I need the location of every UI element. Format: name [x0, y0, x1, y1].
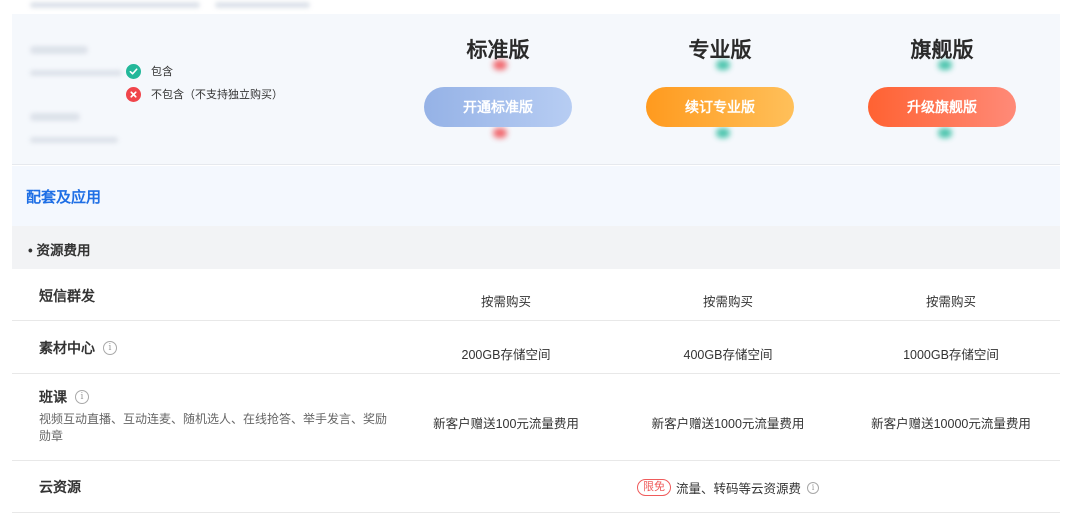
row-description: 视频互动直播、互动连麦、随机选人、在线抢答、举手发言、奖励勋章 [39, 412, 388, 443]
table-row-class: 班课 i 视频互动直播、互动连麦、随机选人、在线抢答、举手发言、奖励勋章 新客户… [12, 374, 1060, 461]
legend-included-label: 包含 [151, 66, 173, 78]
plan-header: 包含 不包含（不支持独立购买） 标准版 开通标准版 专业版 续订专业版 旗舰版 … [12, 0, 1060, 165]
upgrade-flagship-button[interactable]: 升级旗舰版 [868, 87, 1016, 127]
legend-excluded: 不包含（不支持独立购买） [126, 84, 283, 104]
plan-title-pro: 专业版 [688, 39, 752, 62]
blurred-text [30, 137, 118, 143]
status-dot [716, 128, 730, 138]
blurred-text [30, 46, 88, 54]
blurred-text [215, 2, 310, 8]
plan-pro: 专业版 续订专业版 [640, 36, 800, 127]
open-standard-button[interactable]: 开通标准版 [424, 87, 572, 127]
cell-pro: 400GB存储空间 [683, 348, 773, 362]
blurred-text [30, 70, 122, 76]
row-label-text: 素材中心 [39, 340, 95, 356]
blurred-text [30, 2, 200, 8]
status-dot [493, 128, 507, 138]
row-label: 短信群发 [39, 288, 95, 304]
cell-standard: 按需购买 [480, 295, 531, 309]
table-row-cloud: 云资源 限免 流量、转码等云资源费 i [12, 461, 1060, 513]
plan-title-flagship: 旗舰版 [910, 39, 974, 62]
blurred-text [30, 113, 80, 121]
cloud-note: 限免 流量、转码等云资源费 i [637, 478, 820, 497]
cell-standard: 新客户赠送100元流量费用 [433, 417, 579, 431]
row-label-material: 素材中心 i [39, 338, 117, 358]
check-icon [126, 63, 141, 79]
legend: 包含 不包含（不支持独立购买） [126, 61, 283, 107]
cell-pro: 按需购买 [702, 295, 753, 309]
subsection-header: • 资源费用 [12, 226, 1060, 269]
cell-flagship: 1000GB存储空间 [903, 348, 999, 362]
subsection-title: • 资源费用 [28, 243, 91, 258]
top-strip [0, 0, 1080, 14]
cell-pro: 新客户赠送1000元流量费用 [651, 417, 805, 431]
close-icon [126, 86, 141, 102]
cell-standard: 200GB存储空间 [461, 348, 551, 362]
plan-standard: 标准版 开通标准版 [418, 36, 578, 127]
section-title: 配套及应用 [26, 189, 102, 206]
row-label-text: 班课 [39, 389, 67, 405]
table-row-material: 素材中心 i 200GB存储空间 400GB存储空间 1000GB存储空间 [12, 321, 1060, 374]
row-label-class: 班课 i [39, 387, 89, 407]
legend-included: 包含 [126, 61, 283, 81]
row-label: 云资源 [39, 479, 81, 495]
plan-title-standard: 标准版 [466, 39, 530, 62]
legend-excluded-label: 不包含（不支持独立购买） [151, 89, 283, 101]
free-badge: 限免 [637, 479, 671, 496]
section-header: 配套及应用 [12, 166, 1060, 226]
info-icon[interactable]: i [807, 481, 820, 494]
cell-flagship: 新客户赠送10000元流量费用 [871, 417, 1031, 431]
status-dot [938, 128, 952, 138]
cell-flagship: 按需购买 [925, 295, 976, 309]
renew-pro-button[interactable]: 续订专业版 [646, 87, 794, 127]
cloud-note-text: 流量、转码等云资源费 [676, 482, 802, 496]
info-icon[interactable]: i [103, 341, 117, 355]
table-row-sms: 短信群发 按需购买 按需购买 按需购买 [12, 269, 1060, 321]
plan-flagship: 旗舰版 升级旗舰版 [862, 36, 1022, 127]
info-icon[interactable]: i [75, 390, 89, 404]
